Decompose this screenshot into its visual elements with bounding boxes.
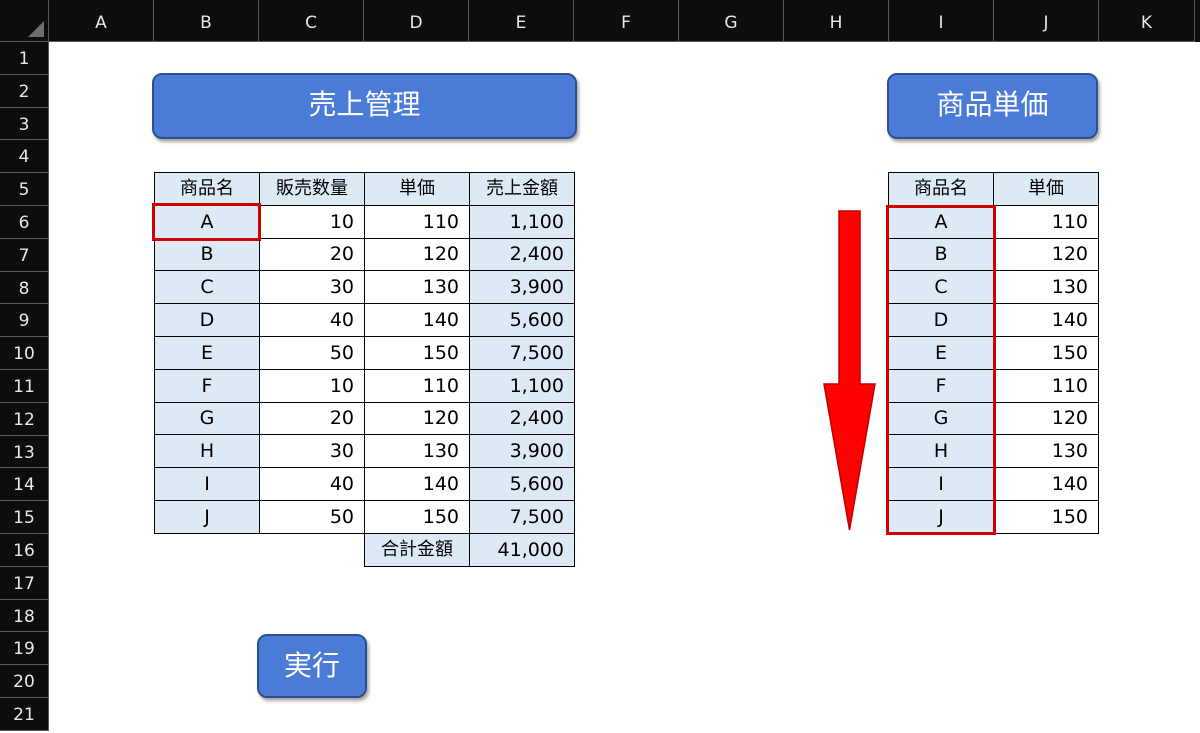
price-unit-price[interactable]: 110 bbox=[993, 205, 1099, 239]
sales-quantity[interactable]: 50 bbox=[259, 500, 365, 534]
sales-product-name[interactable]: E bbox=[154, 336, 260, 370]
column-header-k[interactable]: K bbox=[1099, 0, 1195, 42]
select-all-corner[interactable] bbox=[0, 0, 49, 42]
row-header-17[interactable]: 17 bbox=[0, 567, 49, 600]
price-name-column-highlight bbox=[886, 205, 996, 535]
price-unit-price[interactable]: 130 bbox=[993, 270, 1099, 304]
sales-product-name[interactable]: C bbox=[154, 270, 260, 304]
price-unit-price[interactable]: 150 bbox=[993, 336, 1099, 370]
sales-product-name[interactable]: I bbox=[154, 467, 260, 501]
price-header-1[interactable]: 商品名 bbox=[888, 172, 994, 206]
column-header-d[interactable]: D bbox=[364, 0, 469, 42]
column-header-bar: ABCDEFGHIJK bbox=[49, 0, 1200, 42]
price-unit-price[interactable]: 110 bbox=[993, 369, 1099, 403]
row-header-14[interactable]: 14 bbox=[0, 468, 49, 501]
sales-header-2[interactable]: 販売数量 bbox=[259, 172, 365, 206]
sales-quantity[interactable]: 50 bbox=[259, 336, 365, 370]
column-header-b[interactable]: B bbox=[154, 0, 259, 42]
column-header-f[interactable]: F bbox=[574, 0, 679, 42]
row-header-19[interactable]: 19 bbox=[0, 632, 49, 665]
selected-cell-highlight bbox=[152, 203, 261, 241]
sales-unit-price[interactable]: 110 bbox=[364, 205, 470, 239]
sales-header-4[interactable]: 売上金額 bbox=[469, 172, 575, 206]
sales-amount[interactable]: 3,900 bbox=[469, 434, 575, 468]
price-unit-price[interactable]: 120 bbox=[993, 402, 1099, 435]
row-header-11[interactable]: 11 bbox=[0, 370, 49, 403]
price-unit-price[interactable]: 150 bbox=[993, 500, 1099, 534]
sales-total-label[interactable]: 合計金額 bbox=[364, 533, 470, 567]
row-header-13[interactable]: 13 bbox=[0, 436, 49, 468]
row-header-16[interactable]: 16 bbox=[0, 534, 49, 567]
sales-quantity[interactable]: 20 bbox=[259, 402, 365, 435]
row-header-10[interactable]: 10 bbox=[0, 337, 49, 370]
row-header-4[interactable]: 4 bbox=[0, 140, 49, 173]
sales-amount[interactable]: 5,600 bbox=[469, 467, 575, 501]
down-arrow-icon bbox=[823, 210, 876, 531]
price-unit-price[interactable]: 140 bbox=[993, 303, 1099, 337]
sales-quantity[interactable]: 30 bbox=[259, 434, 365, 468]
sales-amount[interactable]: 2,400 bbox=[469, 238, 575, 271]
sales-quantity[interactable]: 10 bbox=[259, 205, 365, 239]
row-header-bar: 1 2 3 4 5 6 7 8 9 10 11 12 13 14 15 16 17 18 19 20 21 bbox=[0, 42, 49, 731]
sales-amount[interactable]: 7,500 bbox=[469, 500, 575, 534]
column-header-j[interactable]: J bbox=[994, 0, 1099, 42]
sales-amount[interactable]: 2,400 bbox=[469, 402, 575, 435]
sales-quantity[interactable]: 20 bbox=[259, 238, 365, 271]
row-header-1[interactable]: 1 bbox=[0, 42, 49, 75]
sales-amount[interactable]: 7,500 bbox=[469, 336, 575, 370]
sales-product-name[interactable]: D bbox=[154, 303, 260, 337]
column-header-a[interactable]: A bbox=[49, 0, 154, 42]
row-header-15[interactable]: 15 bbox=[0, 501, 49, 534]
sales-unit-price[interactable]: 110 bbox=[364, 369, 470, 403]
sales-amount[interactable]: 3,900 bbox=[469, 270, 575, 304]
sales-unit-price[interactable]: 120 bbox=[364, 402, 470, 435]
row-header-20[interactable]: 20 bbox=[0, 665, 49, 698]
sales-amount[interactable]: 1,100 bbox=[469, 369, 575, 403]
sales-unit-price[interactable]: 140 bbox=[364, 467, 470, 501]
row-header-9[interactable]: 9 bbox=[0, 304, 49, 337]
sales-total-value[interactable]: 41,000 bbox=[469, 533, 575, 567]
sales-header-1[interactable]: 商品名 bbox=[154, 172, 260, 206]
sales-unit-price[interactable]: 140 bbox=[364, 303, 470, 337]
sales-amount[interactable]: 1,100 bbox=[469, 205, 575, 239]
sales-product-name[interactable]: H bbox=[154, 434, 260, 468]
column-header-i[interactable]: I bbox=[889, 0, 994, 42]
column-header-e[interactable]: E bbox=[469, 0, 574, 42]
row-header-8[interactable]: 8 bbox=[0, 272, 49, 304]
row-header-21[interactable]: 21 bbox=[0, 698, 49, 731]
sales-management-button[interactable]: 売上管理 bbox=[152, 73, 577, 139]
column-header-g[interactable]: G bbox=[679, 0, 784, 42]
row-header-2[interactable]: 2 bbox=[0, 75, 49, 108]
sales-product-name[interactable]: F bbox=[154, 369, 260, 403]
price-unit-price[interactable]: 140 bbox=[993, 467, 1099, 501]
sales-quantity[interactable]: 10 bbox=[259, 369, 365, 403]
row-header-18[interactable]: 18 bbox=[0, 600, 49, 632]
price-header-2[interactable]: 単価 bbox=[993, 172, 1099, 206]
select-all-triangle-icon bbox=[28, 21, 44, 37]
sales-unit-price[interactable]: 150 bbox=[364, 500, 470, 534]
row-header-7[interactable]: 7 bbox=[0, 239, 49, 272]
sales-quantity[interactable]: 30 bbox=[259, 270, 365, 304]
sales-unit-price[interactable]: 130 bbox=[364, 434, 470, 468]
row-header-3[interactable]: 3 bbox=[0, 108, 49, 140]
sales-amount[interactable]: 5,600 bbox=[469, 303, 575, 337]
sales-unit-price[interactable]: 120 bbox=[364, 238, 470, 271]
sales-product-name[interactable]: B bbox=[154, 238, 260, 271]
row-header-6[interactable]: 6 bbox=[0, 206, 49, 239]
sales-quantity[interactable]: 40 bbox=[259, 303, 365, 337]
price-unit-price[interactable]: 130 bbox=[993, 434, 1099, 468]
price-unit-price[interactable]: 120 bbox=[993, 238, 1099, 271]
product-price-button[interactable]: 商品単価 bbox=[887, 73, 1098, 139]
sales-unit-price[interactable]: 150 bbox=[364, 336, 470, 370]
row-header-12[interactable]: 12 bbox=[0, 403, 49, 436]
sales-quantity[interactable]: 40 bbox=[259, 467, 365, 501]
row-header-5[interactable]: 5 bbox=[0, 173, 49, 206]
sales-product-name[interactable]: J bbox=[154, 500, 260, 534]
sales-header-3[interactable]: 単価 bbox=[364, 172, 470, 206]
sales-unit-price[interactable]: 130 bbox=[364, 270, 470, 304]
column-header-c[interactable]: C bbox=[259, 0, 364, 42]
sales-product-name[interactable]: G bbox=[154, 402, 260, 435]
column-header-h[interactable]: H bbox=[784, 0, 889, 42]
execute-button[interactable]: 実行 bbox=[257, 634, 367, 698]
